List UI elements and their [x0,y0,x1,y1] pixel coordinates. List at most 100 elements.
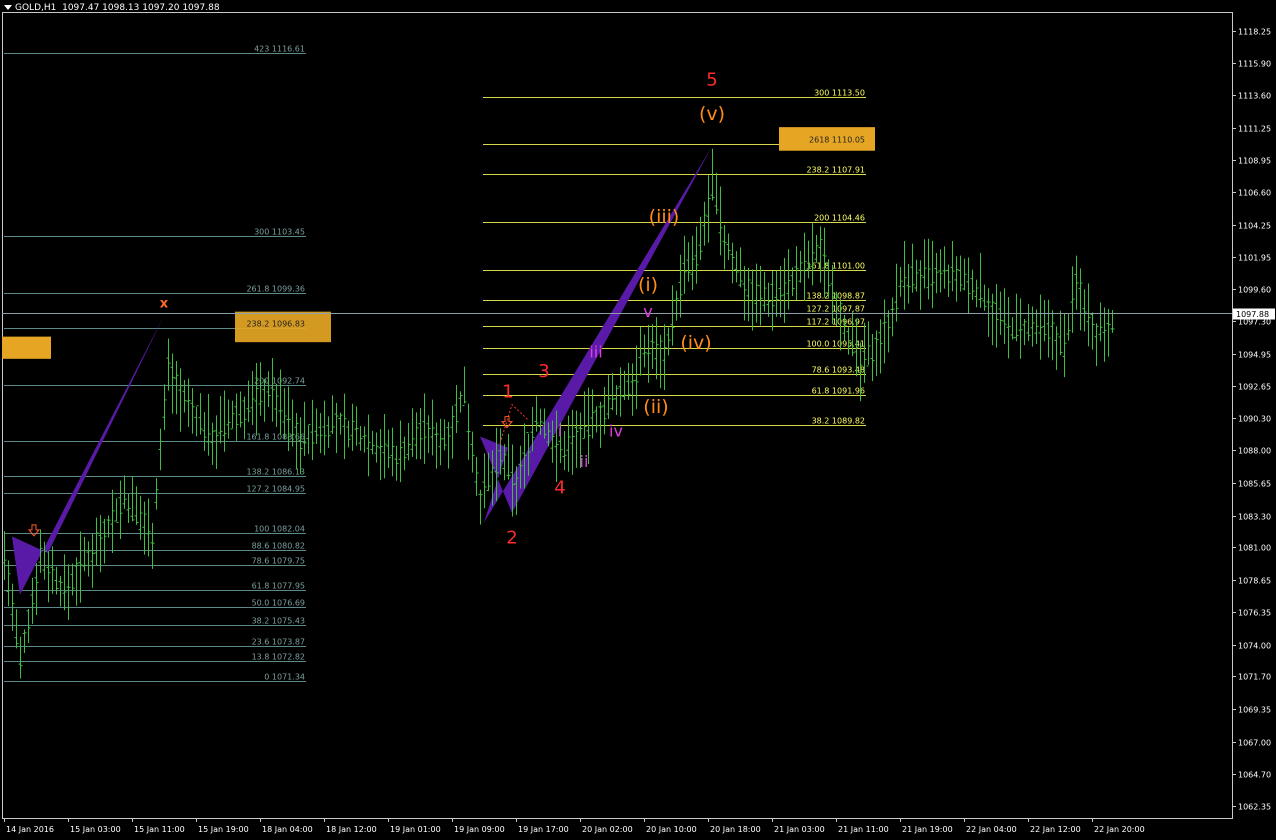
ohlc-bar [602,387,607,435]
time-tick-label: 18 Jan 12:00 [326,825,377,834]
ohlc-bar [1002,288,1007,344]
ohlc-bar [198,393,203,435]
fib-old-label: 127.2 1084.95 [246,485,305,494]
ohlc-bar [950,240,955,292]
ohlc-bar [922,239,927,289]
fib-new-label: 138.2 1098.87 [806,292,865,301]
ohlc-bar [122,475,127,509]
ohlc-bar [1054,326,1059,370]
time-tick-label: 19 Jan 01:00 [390,825,441,834]
ohlc-readout: 1097.47 1098.13 1097.20 1097.88 [62,3,220,13]
ohlc-bar [6,560,11,606]
ohlc-bar [730,242,735,284]
ohlc-bar [326,416,331,448]
ohlc-bar [178,368,183,432]
price-tick-label: 1062.35 [1238,803,1271,812]
price-chart[interactable]: 423 1116.61300 1103.45261.8 1099.36238.2… [0,0,1276,840]
ohlc-bar [930,240,935,309]
ohlc-bar [470,431,475,473]
time-tick-label: 15 Jan 11:00 [134,825,185,834]
ohlc-bar [666,327,671,356]
fib-new-label: 300 1113.50 [814,89,865,98]
wave-label: iv [609,422,623,441]
ohlc-bar [682,235,687,294]
ohlc-bar [310,399,315,461]
ohlc-bar [458,391,463,413]
ohlc-bar [662,324,667,390]
ohlc-bar [82,536,87,572]
ohlc-bar [798,250,803,283]
ohlc-bar [2,531,7,580]
ohlc-bar [590,389,595,439]
ohlc-bar [790,267,795,297]
ohlc-bar [62,554,67,611]
ohlc-bar [1042,299,1047,342]
dropdown-icon[interactable] [4,5,12,10]
ohlc-bar [742,266,747,321]
ohlc-bar [142,501,147,555]
ohlc-bar [114,498,119,523]
price-tick-label: 1083.30 [1238,513,1271,522]
ohlc-bar [202,412,207,452]
fib-old-label: 300 1103.45 [254,228,305,237]
time-tick-label: 20 Jan 10:00 [646,825,697,834]
ohlc-bar [346,420,351,448]
price-tick-label: 1101.95 [1238,254,1271,263]
time-tick-label: 19 Jan 17:00 [518,825,569,834]
ohlc-bar [46,551,51,603]
ohlc-bar [1086,283,1091,347]
ohlc-bar [1046,299,1051,358]
ohlc-bar [1026,303,1031,341]
ohlc-bar [906,263,911,304]
ohlc-bar [658,334,663,389]
time-tick-label: 18 Jan 04:00 [262,825,313,834]
ohlc-bar [598,401,603,448]
ohlc-bar [818,226,823,283]
ohlc-bar [462,366,467,407]
ohlc-bar [882,299,887,364]
ohlc-bar [978,252,983,308]
ohlc-bar [350,403,355,451]
ohlc-bar [774,270,779,317]
ohlc-bar [750,269,755,331]
ohlc-bar [870,333,875,382]
ohlc-bar [66,564,71,620]
ohlc-bar [726,233,731,261]
fib-new-label: 127.2 1097.87 [806,305,865,314]
ohlc-bar [886,310,891,353]
ohlc-bar [766,282,771,317]
ohlc-bar [638,326,643,376]
ohlc-bar [238,391,243,428]
fib-new-label: 200 1104.46 [814,214,865,223]
ohlc-bar [374,432,379,463]
pattern-wedge-2 [480,146,712,523]
chart-header[interactable]: GOLD,H1 1097.47 1098.13 1097.20 1097.88 [4,3,220,13]
ohlc-bar [414,412,419,460]
ohlc-bar [230,400,235,430]
ohlc-bar [1082,289,1087,332]
ohlc-bar [722,225,727,270]
ohlc-bar [738,247,743,288]
time-tick-label: 21 Jan 19:00 [902,825,953,834]
symbol-label: GOLD,H1 [15,3,57,13]
ohlc-bar [318,413,323,454]
ohlc-bar [1014,293,1019,342]
price-tick-label: 1085.65 [1238,480,1271,489]
ohlc-bar [994,284,999,348]
price-tick-label: 1092.65 [1238,383,1271,392]
ohlc-bar [898,266,903,297]
ohlc-bar [466,403,471,460]
ohlc-bar [174,360,179,415]
ohlc-bar [894,263,899,322]
ohlc-bar [390,427,395,477]
ohlc-bar [1090,312,1095,350]
fib-old-label: 423 1116.61 [254,45,305,54]
ohlc-bar [430,399,435,456]
ohlc-bar [570,409,575,475]
time-tick-label: 15 Jan 19:00 [198,825,249,834]
ohlc-bar [910,243,915,293]
ohlc-bar [482,453,487,509]
price-tick-label: 1115.90 [1238,60,1271,69]
ohlc-bar [258,362,263,416]
wave-label: 2 [506,527,517,548]
